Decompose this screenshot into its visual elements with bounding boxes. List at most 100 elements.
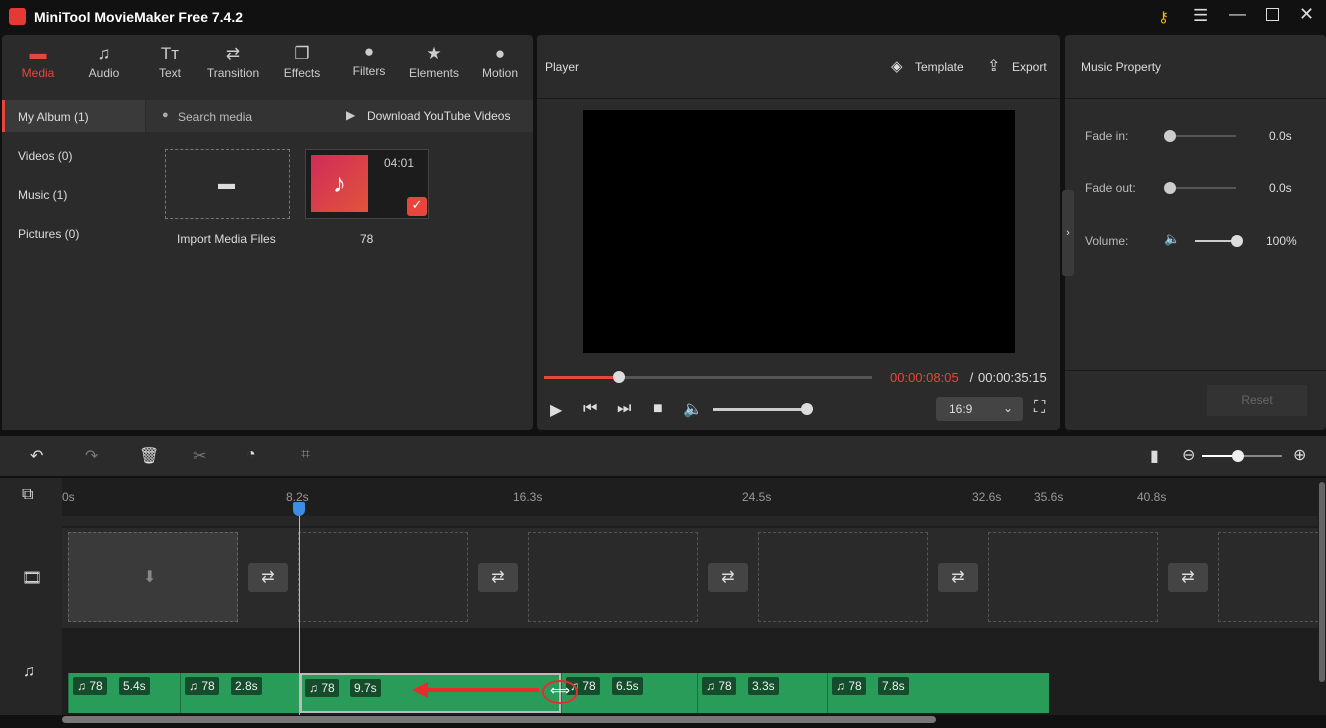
maximize-button[interactable] [1266,8,1279,21]
transition-icon[interactable]: ⇄ [478,563,518,592]
media-item-name: 78 [360,232,374,246]
video-slot[interactable] [758,532,928,622]
zoom-out-icon[interactable]: ⊖ [1182,445,1195,465]
split-icon[interactable]: ✂ [193,446,206,466]
fade-in-value: 0.0s [1269,129,1292,143]
speed-icon[interactable]: ◔ [246,446,256,464]
elements-icon: ★ [426,44,442,63]
redo-icon[interactable]: ↷ [85,446,98,466]
clip-name: ♫ 78 [832,677,866,695]
resize-cursor-icon[interactable]: ⟺ [550,682,570,699]
collapse-handle[interactable]: › [1062,190,1074,276]
key-icon[interactable]: ⚷ [1158,8,1169,26]
text-icon: Tт [160,44,180,63]
clip-duration: 7.8s [878,677,909,695]
play-icon[interactable]: ▶ [550,400,562,420]
zoom-in-icon[interactable]: ⊕ [1293,445,1306,465]
video-slot[interactable] [528,532,698,622]
sidebar-item-my-album[interactable]: My Album (1) [2,100,145,132]
previous-frame-icon[interactable]: ⏮ [583,400,597,418]
minimize-button[interactable]: — [1229,4,1246,24]
tab-text[interactable]: Tт Text [140,44,200,80]
ruler-label: 0s [62,490,75,504]
delete-icon[interactable]: 🗑 [139,446,159,466]
fade-in-slider[interactable] [1164,130,1236,142]
arrow-annotation [424,688,539,692]
reset-button[interactable]: Reset [1207,385,1307,416]
checkmark-icon[interactable]: ✓ [407,197,427,216]
layers-icon: ◈ [891,58,903,75]
fit-icon[interactable]: ▮ [1150,446,1159,466]
export-button[interactable]: Export [1012,60,1047,74]
property-title: Music Property [1081,60,1162,74]
ruler-label: 24.5s [742,490,772,504]
transition-icon[interactable]: ⇄ [248,563,288,592]
video-preview [583,110,1015,353]
tab-transition[interactable]: ⇄ Transition [203,44,263,80]
audio-clip[interactable]: ♫ 78 6.5s [561,673,697,713]
tab-elements[interactable]: ★ Elements [404,44,464,80]
search-input[interactable]: Search media [178,110,252,124]
menu-icon[interactable]: ☰ [1193,6,1208,26]
video-slot[interactable] [298,532,468,622]
volume-slider[interactable] [713,403,813,415]
add-track-icon[interactable]: ⧉ [22,486,33,504]
tab-audio[interactable]: ♫ Audio [74,44,134,80]
video-slot[interactable] [988,532,1158,622]
track-headers: ⧉ 🎞 ♫ [0,478,62,715]
playhead-handle[interactable] [293,502,305,516]
fade-out-slider[interactable] [1164,182,1236,194]
audio-clip[interactable]: ♫ 78 3.3s [697,673,827,713]
sidebar-item-music[interactable]: Music (1) [18,188,67,202]
horizontal-scrollbar[interactable] [62,716,936,723]
undo-icon[interactable]: ↶ [30,446,43,466]
clip-duration: 5.4s [119,677,150,695]
playhead[interactable] [299,508,300,715]
music-property-panel: Music Property Fade in: 0.0s Fade out: 0… [1065,35,1326,430]
sidebar-item-videos[interactable]: Videos (0) [18,149,72,163]
audio-track-icon: ♫ [23,663,35,680]
property-volume-slider[interactable] [1195,235,1243,247]
volume-icon[interactable]: 🔈 [683,399,703,419]
template-button[interactable]: Template [915,60,964,74]
aspect-ratio-select[interactable]: 16:9 ⌄ [936,397,1023,421]
audio-clip[interactable]: ♫ 78 5.4s [68,673,180,713]
fade-out-value: 0.0s [1269,181,1292,195]
audio-clip[interactable]: ♫ 78 7.8s [827,673,1049,713]
import-media-button[interactable]: ▬ [165,149,290,219]
vertical-scrollbar[interactable] [1318,478,1326,715]
audio-clip-selected[interactable]: ♫ 78 9.7s [300,673,561,713]
tab-motion[interactable]: ● Motion [470,44,530,80]
transition-icon: ⇄ [225,44,241,63]
tab-media[interactable]: ▬ Media [8,44,68,80]
sidebar-item-pictures[interactable]: Pictures (0) [18,227,79,241]
video-placeholder[interactable]: ⬇ [68,532,238,622]
close-button[interactable]: ✕ [1299,4,1314,25]
tab-effects[interactable]: ❐ Effects [272,44,332,80]
video-slot[interactable] [1218,532,1318,622]
audio-clip[interactable]: ♫ 78 2.8s [180,673,300,713]
zoom-slider[interactable] [1202,450,1282,462]
transition-icon[interactable]: ⇄ [708,563,748,592]
drop-icon: ⬇ [143,569,157,586]
progress-bar[interactable] [544,371,872,383]
tab-filters[interactable]: ● Filters [339,42,399,78]
video-track-icon: 🎞 [22,570,43,587]
folder-icon: ▬ [218,174,235,193]
stop-icon[interactable]: ■ [653,400,663,418]
music-thumbnail-icon: ♪ [311,155,368,212]
crop-icon[interactable]: ⌗ [301,446,310,464]
music-icon: ♫ [97,44,111,63]
arrow-head [412,682,428,698]
app-title: MiniTool MovieMaker Free 7.4.2 [34,9,244,25]
chevron-down-icon: ⌄ [1003,401,1014,415]
transition-icon[interactable]: ⇄ [938,563,978,592]
download-youtube-button[interactable]: Download YouTube Videos [367,109,510,123]
player-panel: Player ◈ Template ⇪ Export 00:00:08:05 /… [537,35,1060,430]
title-bar: MiniTool MovieMaker Free 7.4.2 ⚷ ☰ — ✕ [0,0,1326,34]
player-title: Player [545,60,580,74]
next-frame-icon[interactable]: ⏭ [617,400,631,418]
transition-icon[interactable]: ⇄ [1168,563,1208,592]
media-item[interactable]: ♪ 04:01 ✓ [305,149,429,219]
fullscreen-icon[interactable]: ⛶ [1034,399,1045,417]
